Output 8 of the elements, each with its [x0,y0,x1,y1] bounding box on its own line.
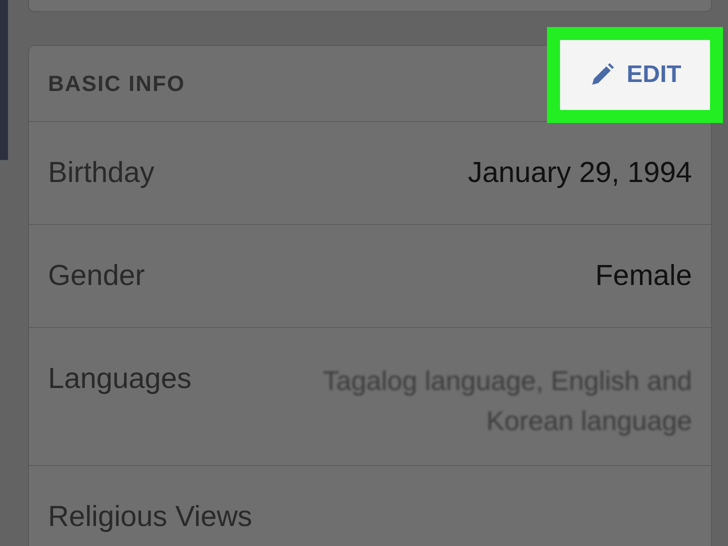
section-title: BASIC INFO [48,70,186,96]
field-label: Birthday [48,156,154,190]
field-value: January 29, 1994 [468,156,692,190]
field-label: Languages [48,363,192,396]
field-value: Female [595,260,692,292]
field-label: Gender [48,260,145,292]
field-label: Religious Views [48,500,252,534]
edit-button[interactable]: EDIT [560,40,710,110]
